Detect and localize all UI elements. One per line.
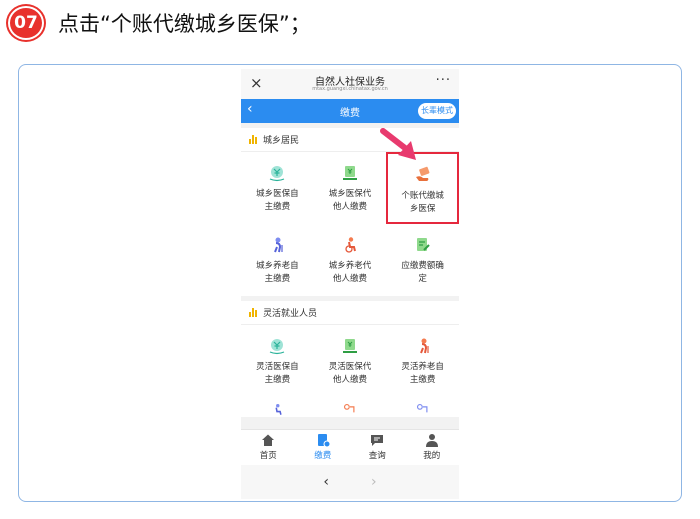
elder-icon	[268, 236, 286, 254]
service-urban-pension-self[interactable]: 城乡养老自 主缴费	[241, 224, 314, 296]
browser-navigation: ‹ ›	[241, 465, 459, 499]
tab-label: 缴费	[314, 451, 332, 461]
step-instruction: 点击“个账代缴城乡医保”；	[58, 12, 311, 36]
wheelchair-icon	[268, 403, 286, 417]
section-header: 城乡居民	[241, 128, 459, 152]
browser-forward-button[interactable]: ›	[371, 474, 377, 490]
service-urban-medical-self[interactable]: 城乡医保自 主缴费	[241, 152, 314, 224]
tab-label: 首页	[259, 451, 277, 461]
elder-icon	[414, 337, 432, 355]
service-label: 灵活医保自 主缴费	[256, 362, 299, 385]
service-flex-more-2[interactable]	[314, 397, 387, 417]
service-flex-more-3[interactable]	[386, 397, 459, 417]
edit-document-icon	[414, 236, 432, 254]
wheelchair-icon	[341, 236, 359, 254]
section-header: 灵活就业人员	[241, 301, 459, 325]
bar-chart-icon	[249, 135, 259, 144]
hand-pay-icon	[414, 166, 432, 184]
payment-icon	[317, 434, 330, 447]
service-grid: 城乡医保自 主缴费 城乡医保代 他人缴费 个账代缴城 乡医保 城乡养老自 主缴费…	[241, 152, 459, 296]
phone-screen: × 自然人社保业务 mtax.guangxi.chinatax.gov.cn ·…	[241, 69, 459, 499]
service-label: 城乡医保代 他人缴费	[328, 189, 372, 212]
home-icon	[262, 434, 275, 446]
service-urban-pension-proxy[interactable]: 城乡养老代 他人缴费	[314, 224, 387, 296]
service-flex-medical-proxy[interactable]: 灵活医保代 他人缴费	[314, 325, 387, 397]
tab-home[interactable]: 首页	[241, 430, 296, 465]
service-urban-medical-proxy[interactable]: 城乡医保代 他人缴费	[314, 152, 387, 224]
transfer-icon	[341, 403, 359, 417]
tab-label: 查询	[368, 451, 386, 461]
service-grid: 灵活医保自 主缴费 灵活医保代 他人缴费 灵活养老自 主缴费	[241, 325, 459, 417]
step-header: 07 点击“个账代缴城乡医保”；	[8, 6, 311, 40]
elder-mode-button[interactable]: 长辈模式	[418, 103, 456, 119]
service-amount-confirm[interactable]: 应缴费额确定	[386, 224, 459, 296]
service-label: 城乡养老自 主缴费	[256, 261, 299, 284]
tutorial-page: 07 点击“个账代缴城乡医保”； × 自然人社保业务 mtax.guangxi.…	[0, 0, 700, 519]
section-title: 城乡居民	[263, 136, 300, 146]
section-urban-rural: 城乡居民 城乡医保自 主缴费 城乡医保代 他人缴费 个账代缴城 乡医保 城乡养老…	[241, 128, 459, 296]
more-options-button[interactable]: ···	[436, 73, 451, 88]
service-label: 个账代缴城 乡医保	[401, 191, 444, 214]
tab-payment[interactable]: 缴费	[296, 430, 351, 465]
browser-back-button[interactable]: ‹	[323, 474, 329, 490]
tab-mine[interactable]: 我的	[405, 430, 460, 465]
section-flexible-employment: 灵活就业人员 灵活医保自 主缴费 灵活医保代 他人缴费 灵活养老自 主缴费	[241, 301, 459, 417]
user-icon	[425, 434, 438, 447]
medical-yuan-icon	[268, 337, 286, 355]
pointer-arrow-icon	[380, 128, 416, 160]
service-label: 城乡养老代 他人缴费	[328, 261, 372, 284]
tab-label: 我的	[423, 451, 441, 461]
page-navbar: ‹ 缴费 长辈模式	[241, 99, 459, 123]
service-label: 城乡医保自 主缴费	[256, 189, 299, 212]
service-label: 灵活医保代 他人缴费	[328, 362, 372, 385]
step-number-badge: 07	[8, 6, 44, 40]
document-yuan-icon	[341, 337, 359, 355]
bar-chart-icon	[249, 308, 259, 317]
bottom-tab-bar: 首页 缴费 查询 我的	[241, 429, 459, 465]
message-icon	[371, 435, 384, 446]
section-title: 灵活就业人员	[263, 309, 318, 319]
service-label: 灵活养老自 主缴费	[401, 362, 444, 385]
service-flex-pension-self[interactable]: 灵活养老自 主缴费	[386, 325, 459, 397]
browser-titlebar: × 自然人社保业务 mtax.guangxi.chinatax.gov.cn ·…	[241, 69, 459, 99]
service-flex-more-1[interactable]	[241, 397, 314, 417]
medical-yuan-icon	[268, 164, 286, 182]
tab-query[interactable]: 查询	[350, 430, 405, 465]
service-flex-medical-self[interactable]: 灵活医保自 主缴费	[241, 325, 314, 397]
document-yuan-icon	[341, 164, 359, 182]
service-label: 应缴费额确定	[401, 261, 444, 284]
window-url: mtax.guangxi.chinatax.gov.cn	[312, 86, 388, 92]
transfer-icon	[414, 403, 432, 417]
